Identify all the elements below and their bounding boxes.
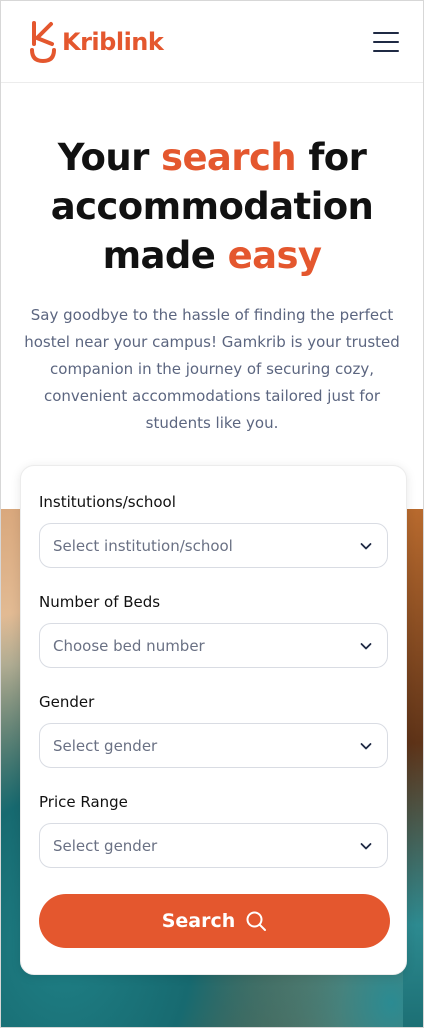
beds-select[interactable]: Choose bed number [39, 623, 388, 668]
page-frame: Kriblink Your search for accommodation m… [0, 0, 424, 1028]
price-range-placeholder: Select gender [53, 836, 158, 855]
gender-field: Gender Select gender [39, 692, 388, 768]
beds-label: Number of Beds [39, 593, 161, 611]
search-form-card: Institutions/school Select institution/s… [20, 465, 407, 975]
kriblink-logo-icon [30, 20, 56, 63]
price-range-field: Price Range Select gender [39, 792, 388, 868]
gender-placeholder: Select gender [53, 736, 158, 755]
hero-section: Your search for accommodation made easy … [1, 133, 423, 437]
price-range-select[interactable]: Select gender [39, 823, 388, 868]
hero-title-highlight-search: search [161, 136, 297, 179]
brand-name: Kriblink [62, 27, 164, 56]
institution-placeholder: Select institution/school [53, 536, 233, 555]
institution-select[interactable]: Select institution/school [39, 523, 388, 568]
search-button[interactable]: Search [39, 894, 390, 948]
chevron-down-icon [360, 642, 372, 649]
chevron-down-icon [360, 542, 372, 549]
gender-select[interactable]: Select gender [39, 723, 388, 768]
chevron-down-icon [360, 842, 372, 849]
hero-title-highlight-easy: easy [227, 234, 322, 277]
brand-logo[interactable]: Kriblink [29, 20, 164, 64]
chevron-down-icon [360, 742, 372, 749]
search-icon [246, 911, 267, 931]
institution-label: Institutions/school [39, 493, 176, 511]
hero-title-part1: Your [57, 136, 162, 179]
institution-field: Institutions/school Select institution/s… [39, 492, 388, 568]
price-range-label: Price Range [39, 793, 128, 811]
search-button-label: Search [161, 910, 236, 932]
hero-title: Your search for accommodation made easy [21, 133, 403, 280]
hero-description: Say goodbye to the hassle of finding the… [24, 306, 400, 432]
site-header: Kriblink [1, 1, 423, 83]
beds-field: Number of Beds Choose bed number [39, 592, 388, 668]
beds-placeholder: Choose bed number [53, 636, 205, 655]
gender-label: Gender [39, 693, 95, 711]
hamburger-menu-icon[interactable] [373, 31, 399, 52]
